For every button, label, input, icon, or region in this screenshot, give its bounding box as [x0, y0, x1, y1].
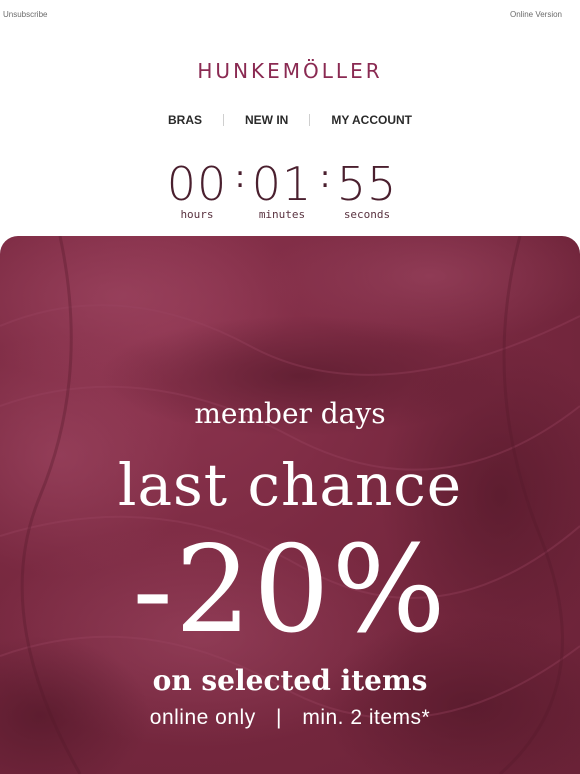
- top-utility-bar: Unsubscribe Online Version: [0, 10, 580, 24]
- countdown-timer: 00 hours : 01 minutes : 55 seconds: [0, 158, 580, 228]
- minutes-value: 01: [251, 157, 313, 211]
- last-chance-heading: last chance: [117, 451, 463, 519]
- conditions-separator: |: [276, 706, 282, 729]
- countdown-seconds: 55 seconds: [332, 158, 402, 221]
- countdown-colon: :: [235, 160, 246, 195]
- selected-items-text: on selected items: [152, 664, 428, 697]
- hours-value: 00: [166, 157, 228, 211]
- online-version-link[interactable]: Online Version: [510, 10, 562, 19]
- countdown-hours: 00 hours: [162, 158, 232, 221]
- member-days-heading: member days: [194, 397, 386, 430]
- nav-item-bras[interactable]: BRAS: [147, 113, 223, 127]
- promo-hero-banner[interactable]: member days last chance -20% on selected…: [0, 236, 580, 774]
- unsubscribe-link[interactable]: Unsubscribe: [3, 10, 47, 19]
- online-only-text: online only: [149, 706, 256, 729]
- nav-item-new-in[interactable]: NEW IN: [224, 113, 309, 127]
- main-nav: BRAS NEW IN MY ACCOUNT: [0, 111, 580, 129]
- offer-conditions: online only | min. 2 items*: [0, 706, 580, 730]
- discount-percentage: -20%: [132, 521, 448, 660]
- brand-logo[interactable]: HUNKEMÖLLER: [0, 59, 580, 83]
- countdown-colon: :: [320, 160, 331, 195]
- min-items-text: min. 2 items*: [302, 706, 431, 729]
- countdown-minutes: 01 minutes: [247, 158, 317, 221]
- nav-item-my-account[interactable]: MY ACCOUNT: [310, 113, 433, 127]
- seconds-value: 55: [336, 157, 398, 211]
